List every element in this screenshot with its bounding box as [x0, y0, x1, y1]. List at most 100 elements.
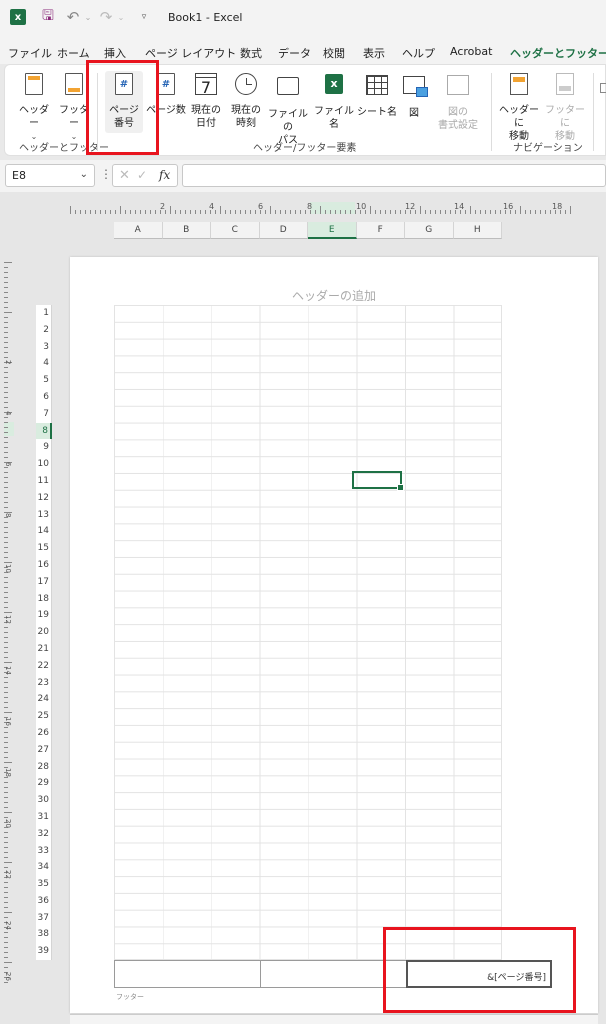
column-header-g[interactable]: G — [405, 222, 454, 239]
row-header-23[interactable]: 23 — [36, 674, 52, 692]
row-header-30[interactable]: 30 — [36, 792, 52, 809]
row-header-27[interactable]: 27 — [36, 741, 52, 759]
redo-icon[interactable]: ↷ — [98, 8, 114, 26]
file-name-button[interactable]: x ファイル名 — [311, 71, 357, 131]
checkbox-stub[interactable] — [600, 83, 606, 93]
ruler-tick — [4, 377, 8, 378]
formula-input[interactable] — [182, 164, 606, 187]
tab-acrobat[interactable]: Acrobat — [450, 45, 492, 58]
goto-header-button[interactable]: ヘッダーに 移動 — [497, 71, 541, 143]
undo-icon[interactable]: ↶ — [65, 8, 81, 26]
row-header-1[interactable]: 1 — [36, 305, 52, 322]
active-cell-e8[interactable] — [352, 471, 404, 491]
ruler-tick — [4, 287, 8, 288]
cell-grid[interactable] — [114, 305, 502, 960]
row-header-5[interactable]: 5 — [36, 372, 52, 389]
redo-dropdown-icon[interactable]: ⌄ — [117, 9, 125, 25]
row-header-20[interactable]: 20 — [36, 624, 52, 641]
header-button[interactable]: ヘッダー ⌄ — [15, 71, 53, 143]
tab-home[interactable]: ホーム — [57, 45, 90, 61]
row-header-39[interactable]: 39 — [36, 943, 52, 961]
row-header-13[interactable]: 13 — [36, 506, 52, 524]
picture-button[interactable]: 図 — [401, 71, 428, 120]
tab-view[interactable]: 表示 — [363, 45, 385, 61]
row-header-3[interactable]: 3 — [36, 338, 52, 356]
row-header-21[interactable]: 21 — [36, 640, 52, 658]
current-date-button[interactable]: 7 現在の 日付 — [187, 71, 225, 130]
row-header-35[interactable]: 35 — [36, 876, 52, 893]
column-header-f[interactable]: F — [356, 222, 405, 239]
save-icon[interactable]: 🖫 — [40, 8, 56, 25]
footer-left-section[interactable] — [114, 960, 260, 988]
column-header-b[interactable]: B — [162, 222, 211, 239]
tab-insert[interactable]: 挿入 — [104, 45, 126, 61]
row-header-34[interactable]: 34 — [36, 859, 52, 877]
row-header-6[interactable]: 6 — [36, 388, 52, 406]
tab-review[interactable]: 校閲 — [323, 45, 345, 61]
ruler-tick — [4, 472, 8, 473]
row-header-10[interactable]: 10 — [36, 456, 52, 473]
column-header-e[interactable]: E — [308, 222, 357, 239]
row-header-28[interactable]: 28 — [36, 758, 52, 776]
row-header-36[interactable]: 36 — [36, 892, 52, 910]
row-header-37[interactable]: 37 — [36, 909, 52, 927]
row-header-14[interactable]: 14 — [36, 523, 52, 541]
row-header-29[interactable]: 29 — [36, 775, 52, 793]
tab-data[interactable]: データ — [278, 45, 311, 61]
row-header-32[interactable]: 32 — [36, 825, 52, 843]
current-time-button[interactable]: 現在の 時刻 — [227, 71, 265, 130]
row-header-24[interactable]: 24 — [36, 691, 52, 709]
row-header-26[interactable]: 26 — [36, 724, 52, 742]
row-header-15[interactable]: 15 — [36, 540, 52, 557]
cancel-icon[interactable]: ✕ — [119, 168, 130, 183]
column-header-d[interactable]: D — [259, 222, 308, 239]
excel-logo-icon: x — [10, 9, 26, 25]
ruler-tick — [4, 467, 8, 468]
more-options-icon[interactable]: ⋮ — [100, 167, 112, 181]
ruler-tick — [120, 206, 121, 214]
row-header-19[interactable]: 19 — [36, 607, 52, 625]
tab-formulas[interactable]: 数式 — [240, 45, 262, 61]
ruler-tick — [4, 312, 12, 313]
sheet-name-button[interactable]: シート名 — [357, 71, 397, 119]
row-header-31[interactable]: 31 — [36, 808, 52, 826]
row-header-9[interactable]: 9 — [36, 439, 52, 457]
row-header-11[interactable]: 11 — [36, 472, 52, 490]
row-header-17[interactable]: 17 — [36, 573, 52, 591]
ruler-tick — [4, 277, 8, 278]
ruler-tick — [4, 432, 8, 433]
row-header-4[interactable]: 4 — [36, 355, 52, 373]
ruler-tick — [4, 527, 8, 528]
enter-check-icon[interactable]: ✓ — [137, 168, 147, 182]
ruler-tick — [290, 210, 291, 214]
row-header-2[interactable]: 2 — [36, 321, 52, 339]
tab-help[interactable]: ヘルプ — [402, 45, 435, 61]
goto-footer-button[interactable]: フッターに 移動 — [543, 71, 587, 143]
ruler-tick — [4, 297, 8, 298]
undo-dropdown-icon[interactable]: ⌄ — [84, 9, 92, 25]
row-header-7[interactable]: 7 — [36, 405, 52, 423]
insert-function-icon[interactable]: fx — [159, 168, 170, 182]
ruler-tick — [170, 206, 171, 214]
ruler-tick — [430, 210, 431, 214]
row-header-22[interactable]: 22 — [36, 657, 52, 675]
tab-file[interactable]: ファイル — [8, 45, 52, 61]
add-header-placeholder[interactable]: ヘッダーの追加 — [70, 287, 598, 304]
customize-quick-access-icon[interactable]: ▿ — [136, 9, 152, 25]
column-header-a[interactable]: A — [114, 222, 163, 239]
column-header-h[interactable]: H — [453, 222, 502, 239]
row-header-25[interactable]: 25 — [36, 708, 52, 725]
row-header-16[interactable]: 16 — [36, 556, 52, 574]
row-header-33[interactable]: 33 — [36, 842, 52, 860]
file-path-button[interactable]: ファイルの パス — [265, 71, 311, 147]
row-header-12[interactable]: 12 — [36, 489, 52, 507]
column-header-c[interactable]: C — [211, 222, 260, 239]
name-box[interactable]: E8 ⌄ — [5, 164, 95, 187]
tab-page-layout[interactable]: ページ レイアウト — [145, 45, 236, 61]
ruler-tick — [4, 832, 8, 833]
tab-header-footer[interactable]: ヘッダーとフッター — [510, 45, 606, 67]
row-header-38[interactable]: 38 — [36, 926, 52, 944]
row-header-18[interactable]: 18 — [36, 590, 52, 608]
format-picture-button[interactable]: 図の 書式設定 — [435, 71, 481, 132]
row-header-8[interactable]: 8 — [36, 422, 52, 440]
